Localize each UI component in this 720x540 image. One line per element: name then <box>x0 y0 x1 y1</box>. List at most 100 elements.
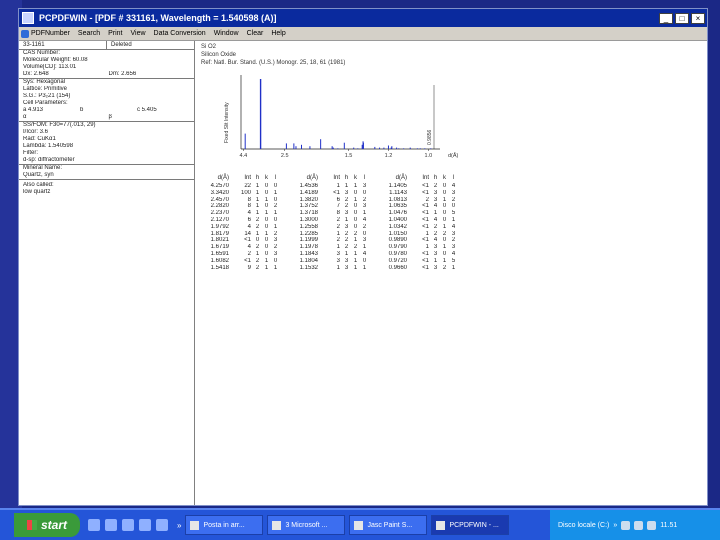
table-cell: 2 <box>433 183 438 189</box>
table-cell: 3 <box>362 237 367 244</box>
table-cell: 4 <box>451 223 456 230</box>
task-outlook[interactable]: Posta in arr... <box>185 515 264 535</box>
pdf-number: 33-1161 <box>19 41 107 49</box>
outlook-icon[interactable] <box>105 519 117 531</box>
table-cell: 1 <box>255 183 260 189</box>
menu-clear[interactable]: Clear <box>247 30 264 37</box>
menu-bar: PDFNumber Search Print View Data Convers… <box>19 27 707 41</box>
ie-icon[interactable] <box>88 519 100 531</box>
desktop-icon[interactable] <box>122 519 134 531</box>
menu-window[interactable]: Window <box>214 30 239 37</box>
lambda: Lambda: 1.540598 <box>23 143 74 149</box>
other-names: Also called: low quartz <box>19 179 194 196</box>
explorer-icon[interactable] <box>156 519 168 531</box>
menu-search[interactable]: Search <box>78 30 100 37</box>
table-cell: 3 <box>336 257 340 264</box>
table-cell: 1.3752 <box>299 203 318 210</box>
volume-icon[interactable] <box>647 520 657 530</box>
table-cell: 3 <box>433 189 438 196</box>
table-cell: 2 <box>442 230 447 237</box>
table-cell: 0 <box>353 203 358 210</box>
column-header: d(Å) <box>306 175 318 181</box>
table-cell: 0 <box>353 189 358 196</box>
pdf-number-icon <box>21 29 29 38</box>
network-icon[interactable] <box>621 520 631 530</box>
start-button[interactable]: start <box>14 513 80 537</box>
dx: Dx: 2.648 <box>23 71 49 77</box>
mineral-info: Mineral Name: Quartz, syn <box>19 164 194 179</box>
table-cell: 2.2370 <box>210 210 229 217</box>
table-cell: 2.2820 <box>210 203 229 210</box>
close-button[interactable]: × <box>691 13 705 24</box>
table-cell: 0 <box>264 237 269 244</box>
cell-alpha: α <box>23 114 27 120</box>
reflection-table: d(Å) Int h k l d(Å) Int h k l d(Å) Int h k l 4.2570 22 1 0… <box>197 173 497 271</box>
table-cell: 1 <box>362 264 367 271</box>
table-cell: 1 <box>255 210 260 217</box>
table-cell: 1 <box>353 264 358 271</box>
table-cell: 1 <box>433 210 438 217</box>
cell-angles: α β <box>19 114 194 121</box>
table-cell: 2 <box>336 216 340 223</box>
table-cell: <1 <box>422 257 429 264</box>
table-cell: 1 <box>255 189 260 196</box>
menu-view[interactable]: View <box>131 30 146 37</box>
menu-help[interactable]: Help <box>271 30 285 37</box>
table-cell: 2 <box>353 244 358 251</box>
media-icon[interactable] <box>139 519 151 531</box>
diffraction-stick-plot: Fixed Slit Intensity 4.4 2.5 1.5 1.2 1.0 d(Å) 0… <box>224 75 459 159</box>
table-cell: 1.0476 <box>388 210 407 217</box>
chevron-icon[interactable]: » <box>177 521 181 530</box>
x-tick-label: 1.5 <box>345 153 353 159</box>
app-icon <box>22 12 34 24</box>
column-header: k <box>354 175 357 181</box>
title-bar[interactable]: PCPDFWIN - [PDF # 331161, Wavelength = 1… <box>19 9 707 27</box>
table-cell: 1.8021 <box>210 237 229 244</box>
table-cell: 1 <box>255 230 260 237</box>
table-cell: 1.0342 <box>388 223 407 230</box>
table-cell: 4 <box>362 250 367 257</box>
table-cell: 5 <box>451 210 456 217</box>
table-cell: <1 <box>422 189 429 196</box>
menu-pdfnumber[interactable]: PDFNumber <box>21 29 70 38</box>
menu-data-conversion[interactable]: Data Conversion <box>154 30 206 37</box>
table-cell: 1 <box>264 257 269 264</box>
tray-chevron-icon[interactable]: » <box>613 522 617 529</box>
clock[interactable]: 11.51 <box>660 522 677 529</box>
table-cell: 1 <box>336 183 340 189</box>
table-cell: 1 <box>344 216 349 223</box>
table-cell: 1 <box>273 264 278 271</box>
task-microsoft[interactable]: 3 Microsoft ... <box>267 515 346 535</box>
table-cell: 0 <box>273 196 278 203</box>
table-cell: <1 <box>244 257 251 264</box>
table-cell: 1 <box>451 264 456 271</box>
menu-print[interactable]: Print <box>108 30 122 37</box>
d-spacing-method: d-sp: diffractometer <box>23 157 75 163</box>
table-cell: 3 <box>362 203 367 210</box>
table-cell: <1 <box>422 223 429 230</box>
table-cell: 1 <box>353 257 358 264</box>
table-cell: 4 <box>433 203 438 210</box>
table-cell: 0 <box>264 223 269 230</box>
maximize-button[interactable]: □ <box>675 13 689 24</box>
tray-drive-label[interactable]: Disco locale (C:) <box>558 522 609 529</box>
table-cell: 1.3718 <box>299 210 318 217</box>
task-paintshop[interactable]: Jasc Paint S... <box>349 515 428 535</box>
table-cell: 1.6591 <box>210 250 229 257</box>
table-cell: 1.9792 <box>210 223 229 230</box>
table-cell: 1.2558 <box>299 223 318 230</box>
table-cell: 4 <box>451 183 456 189</box>
column-header: Int <box>333 175 340 181</box>
table-cell: 1 <box>442 257 447 264</box>
cell-abc: a 4.913 b c 5.405 <box>19 107 194 114</box>
table-cell: 1.8179 <box>210 230 229 237</box>
minimize-button[interactable]: _ <box>659 13 673 24</box>
table-cell: 1.1532 <box>299 264 318 271</box>
table-cell: 1.0150 <box>388 230 407 237</box>
window-controls: _ □ × <box>657 13 705 24</box>
table-cell: 0 <box>353 210 358 217</box>
table-cell: 1.1843 <box>299 250 318 257</box>
task-pcpdfwin[interactable]: PCPDFWIN - ... <box>431 515 510 535</box>
table-cell: 4.2570 <box>210 183 229 189</box>
antivirus-icon[interactable] <box>634 520 644 530</box>
